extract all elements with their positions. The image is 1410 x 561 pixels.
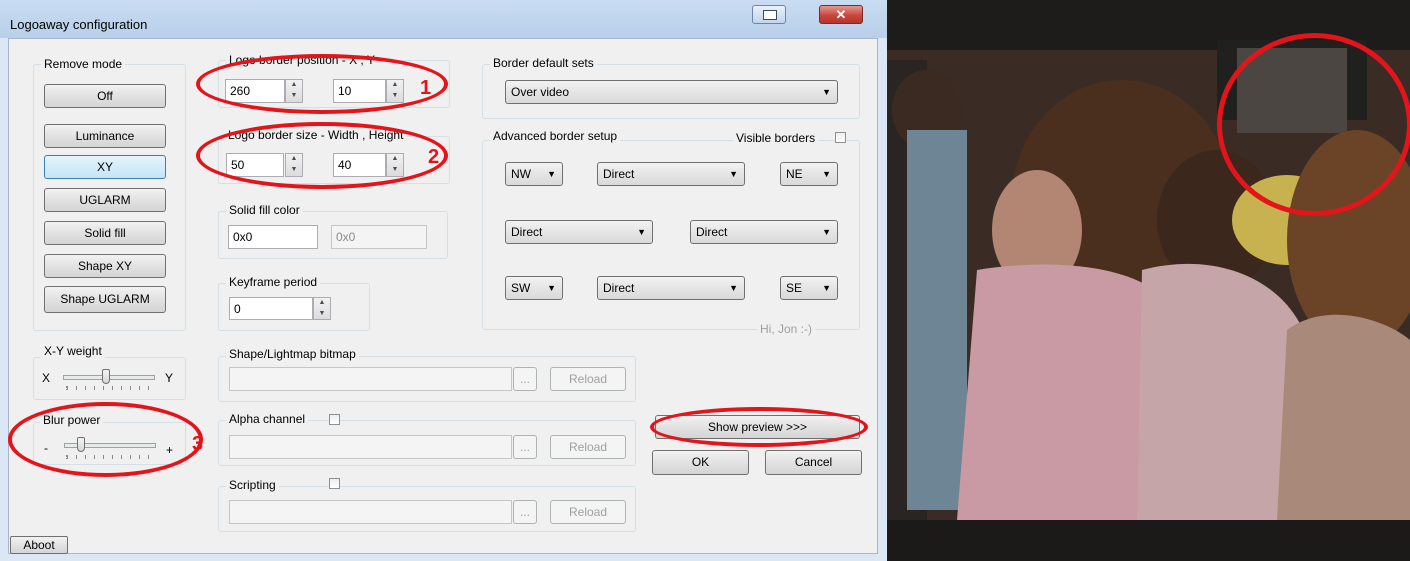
remove-mode-label: Remove mode (41, 57, 126, 71)
keyframe-input[interactable]: 0 (229, 297, 313, 320)
script-reload-button[interactable]: Reload (550, 500, 626, 524)
top-border-value: Direct (603, 167, 635, 181)
alpha-browse-button[interactable]: ... (513, 435, 537, 459)
right-border-value: Direct (696, 225, 728, 239)
chevron-down-icon: ▼ (822, 169, 831, 179)
border-defaults-select[interactable]: Over video ▼ (505, 80, 838, 104)
window-title: Logoaway configuration (10, 17, 148, 32)
config-window: Logoaway configuration ✕ Remove mode Off… (0, 0, 887, 561)
right-border-select[interactable]: Direct ▼ (690, 220, 838, 244)
shape-bitmap-path-input (229, 367, 512, 391)
border-defaults-value: Over video (511, 85, 570, 99)
video-preview (887, 0, 1410, 561)
sw-select[interactable]: SW ▼ (505, 276, 563, 300)
cancel-button[interactable]: Cancel (765, 450, 862, 475)
close-icon: ✕ (835, 7, 847, 22)
bottom-border-select[interactable]: Direct ▼ (597, 276, 745, 300)
advanced-border-label: Advanced border setup (490, 129, 621, 143)
left-border-value: Direct (511, 225, 543, 239)
bottom-border-value: Direct (603, 281, 635, 295)
keyframe-label: Keyframe period (226, 275, 321, 289)
hi-jon-label: Hi, Jon :-) (757, 322, 816, 336)
nw-select[interactable]: NW ▼ (505, 162, 563, 186)
alpha-reload-button[interactable]: Reload (550, 435, 626, 459)
annotation-circle-3 (8, 402, 203, 477)
alpha-channel-checkbox[interactable] (329, 414, 340, 425)
xy-weight-ticks (66, 386, 153, 390)
mode-shape-uglarm-button[interactable]: Shape UGLARM (44, 286, 166, 313)
script-path-input (229, 500, 512, 524)
mode-off-button[interactable]: Off (44, 84, 166, 108)
annotation-circle-1 (196, 54, 448, 114)
chevron-down-icon: ▼ (822, 227, 831, 237)
scripting-label: Scripting (226, 478, 279, 492)
nw-value: NW (511, 167, 531, 181)
chevron-down-icon: ▼ (547, 169, 556, 179)
annotation-circle-preview (650, 407, 868, 447)
about-button[interactable]: Aboot (10, 536, 68, 554)
ok-button[interactable]: OK (652, 450, 749, 475)
mode-solid-fill-button[interactable]: Solid fill (44, 221, 166, 245)
xy-weight-max-label: Y (165, 371, 174, 385)
ne-select[interactable]: NE ▼ (780, 162, 838, 186)
title-bar: Logoaway configuration ✕ (0, 0, 887, 38)
spin-down-icon: ▼ (318, 309, 326, 317)
chevron-down-icon: ▼ (822, 283, 831, 293)
ne-value: NE (786, 167, 803, 181)
script-browse-button[interactable]: ... (513, 500, 537, 524)
xy-weight-min-label: X (42, 371, 51, 385)
solid-fill-label: Solid fill color (226, 203, 303, 217)
chevron-down-icon: ▼ (822, 87, 831, 97)
mode-luminance-button[interactable]: Luminance (44, 124, 166, 148)
mode-xy-button[interactable]: XY (44, 155, 166, 179)
visible-borders-label: Visible borders (733, 131, 819, 145)
spin-up-icon: ▲ (318, 299, 326, 306)
annotation-circle-2 (196, 122, 448, 189)
annotation-number-1: 1 (420, 77, 432, 99)
xy-weight-slider-thumb[interactable] (102, 369, 110, 384)
shape-bitmap-reload-button[interactable]: Reload (550, 367, 626, 391)
shape-bitmap-label: Shape/Lightmap bitmap (226, 347, 359, 361)
keyframe-spinner[interactable]: ▲ ▼ (313, 297, 331, 320)
top-border-select[interactable]: Direct ▼ (597, 162, 745, 186)
alpha-channel-label: Alpha channel (226, 412, 309, 426)
sw-value: SW (511, 281, 531, 295)
window-icon (763, 10, 777, 20)
restore-button[interactable] (752, 5, 786, 24)
shape-bitmap-browse-button[interactable]: ... (513, 367, 537, 391)
border-defaults-label: Border default sets (490, 56, 597, 70)
solid-fill-color-input[interactable]: 0x0 (228, 225, 318, 249)
visible-borders-checkbox[interactable] (835, 132, 846, 143)
mode-shape-xy-button[interactable]: Shape XY (44, 254, 166, 278)
left-border-select[interactable]: Direct ▼ (505, 220, 653, 244)
mode-uglarm-button[interactable]: UGLARM (44, 188, 166, 212)
chevron-down-icon: ▼ (637, 227, 646, 237)
close-button[interactable]: ✕ (819, 5, 863, 24)
scripting-checkbox[interactable] (329, 478, 340, 489)
chevron-down-icon: ▼ (729, 169, 738, 179)
xy-weight-label: X-Y weight (41, 344, 105, 358)
annotation-number-3: 3 (192, 433, 204, 455)
annotation-circle-logo (1217, 33, 1410, 216)
se-select[interactable]: SE ▼ (780, 276, 838, 300)
annotation-number-2: 2 (428, 146, 440, 168)
se-value: SE (786, 281, 803, 295)
solid-fill-color-preview: 0x0 (331, 225, 427, 249)
chevron-down-icon: ▼ (547, 283, 556, 293)
chevron-down-icon: ▼ (729, 283, 738, 293)
alpha-path-input (229, 435, 512, 459)
